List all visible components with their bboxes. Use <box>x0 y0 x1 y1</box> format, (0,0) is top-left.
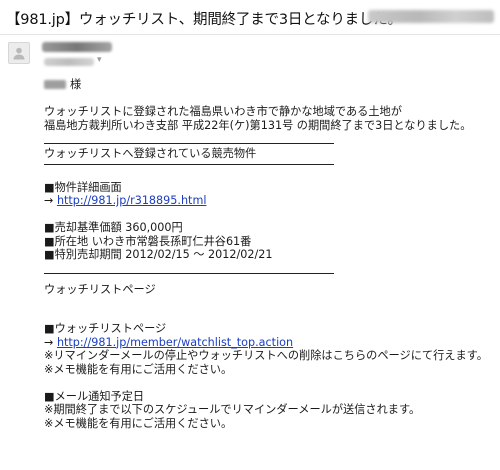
address-line: ■所在地 いわき市常磐長孫町仁井谷61番 <box>44 234 252 248</box>
email-subject: 【981.jp】ウォッチリスト、期間終了まで3日となりました。 <box>6 12 402 28</box>
person-icon <box>8 42 30 64</box>
sender-name[interactable] <box>42 42 112 52</box>
recipient-line <box>44 58 94 66</box>
detail-link[interactable]: http://981.jp/r318895.html <box>57 194 207 207</box>
arrow-right-icon: → <box>44 194 54 207</box>
period-line: ■特別売却期間 2012/02/15 ～ 2012/02/21 <box>44 248 273 261</box>
email-body: 様 ウォッチリストに登録された福島県いわき市で静かな地域である土地が 福島地方裁… <box>44 78 496 430</box>
watchlist-link[interactable]: http://981.jp/member/watchlist_top.actio… <box>57 336 293 349</box>
schedule-label: ■メール通知予定日 <box>44 389 145 403</box>
redacted-label <box>368 10 494 23</box>
redacted-name <box>44 80 66 89</box>
watchlist-link-line: → http://981.jp/member/watchlist_top.act… <box>44 336 496 350</box>
section-title: ウォッチリストへ登録されている競売物件 <box>44 147 257 160</box>
arrow-right-icon: → <box>44 335 54 349</box>
intro-line: 福島地方裁判所いわき支部 平成22年(ケ)第131号 の期間終了まで3日となりま… <box>44 118 472 132</box>
chevron-down-icon[interactable]: ▾ <box>97 55 102 65</box>
bottom-fade <box>0 436 500 470</box>
memo-note: ※メモ機能を有用にご活用ください。 <box>44 416 233 430</box>
divider <box>44 143 334 144</box>
reminder-note: ※リマインダーメールの停止やウォッチリストへの削除はこちらのページにて行えます。 <box>44 349 488 362</box>
intro-line: ウォッチリストに登録された福島県いわき市で静かな地域である土地が <box>44 105 402 118</box>
subject-bar: 【981.jp】ウォッチリスト、期間終了まで3日となりました。 <box>0 0 500 35</box>
watchlist-heading: ウォッチリストページ <box>44 282 156 296</box>
schedule-note: ※期間終了まで以下のスケジュールでリマインダーメールが送信されます。 <box>44 403 421 416</box>
watchlist-label: ■ウォッチリストページ <box>44 322 167 335</box>
detail-label: ■物件詳細画面 <box>44 180 122 194</box>
price-line: ■売却基準価額 360,000円 <box>44 221 183 234</box>
memo-note: ※メモ機能を有用にご活用ください。 <box>44 362 233 376</box>
detail-link-line: → http://981.jp/r318895.html <box>44 194 496 208</box>
greeting: 様 <box>44 78 496 92</box>
